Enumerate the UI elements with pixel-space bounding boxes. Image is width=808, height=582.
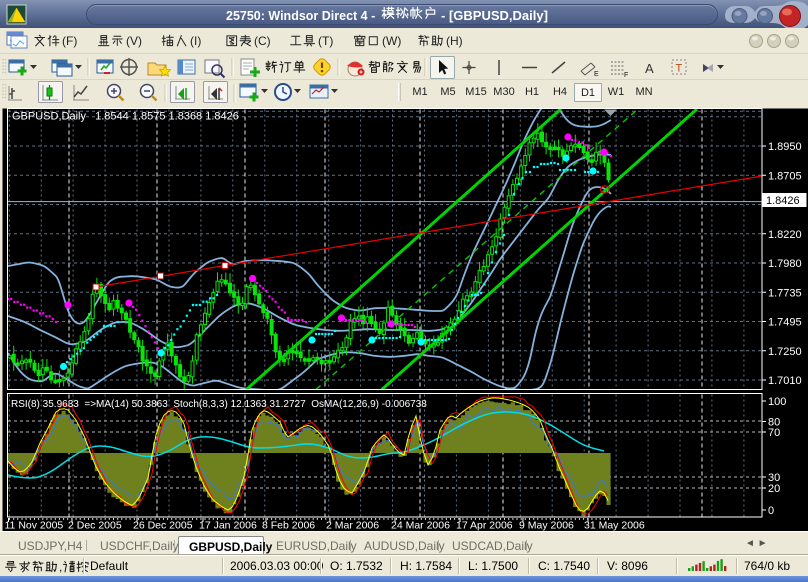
svg-text:(V): (V) xyxy=(126,34,142,48)
svg-text:(I): (I) xyxy=(190,34,201,48)
svg-text:- [GBPUSD,Daily]: - [GBPUSD,Daily] xyxy=(441,8,548,23)
svg-text:(W): (W) xyxy=(382,34,401,48)
svg-text:25750: Windsor Direct 4 -: 25750: Windsor Direct 4 - xyxy=(226,9,375,23)
svg-text:9 May 2006: 9 May 2006 xyxy=(519,520,574,532)
svg-text:(T): (T) xyxy=(318,34,333,48)
svg-text:GBPUSD,Daily 1.8544 1.8575 1: GBPUSD,Daily 1.8544 1.8575 1.8368 1.8426 xyxy=(12,111,239,123)
svg-text:8 Feb 2006: 8 Feb 2006 xyxy=(262,520,315,532)
svg-text:1.7495: 1.7495 xyxy=(768,317,802,329)
svg-text:1.7250: 1.7250 xyxy=(768,346,802,358)
svg-text:2 Dec 2005: 2 Dec 2005 xyxy=(68,520,122,532)
svg-text:17 Apr 2006: 17 Apr 2006 xyxy=(456,520,513,532)
svg-text:1.7010: 1.7010 xyxy=(768,375,802,387)
svg-text:70: 70 xyxy=(768,427,780,439)
svg-text:2 Mar 2006: 2 Mar 2006 xyxy=(326,520,379,532)
svg-text:17 Jan 2006: 17 Jan 2006 xyxy=(199,520,257,532)
svg-text:RSI(8) 35.9633 =>MA(14) 50.38: RSI(8) 35.9633 =>MA(14) 50.3863 Stoch(8,… xyxy=(11,399,427,410)
svg-text:100: 100 xyxy=(768,396,786,408)
svg-text:1.7980: 1.7980 xyxy=(768,258,802,270)
svg-text:F: F xyxy=(624,72,628,79)
svg-text:20: 20 xyxy=(768,483,780,495)
svg-text:1.8705: 1.8705 xyxy=(768,170,802,182)
svg-text:1.8426: 1.8426 xyxy=(766,195,800,207)
svg-text:26 Dec 2005: 26 Dec 2005 xyxy=(133,520,193,532)
svg-text:1.8950: 1.8950 xyxy=(768,141,802,153)
svg-text:(H): (H) xyxy=(446,34,463,48)
svg-text:31 May 2006: 31 May 2006 xyxy=(584,520,645,532)
svg-text:E: E xyxy=(594,71,599,78)
svg-text:T: T xyxy=(676,63,683,75)
svg-text:(C): (C) xyxy=(254,34,271,48)
svg-text:24 Mar 2006: 24 Mar 2006 xyxy=(391,520,450,532)
svg-text:1.7735: 1.7735 xyxy=(768,287,802,299)
svg-text:1.8220: 1.8220 xyxy=(768,229,802,241)
svg-text:0: 0 xyxy=(768,505,774,517)
svg-text:(F): (F) xyxy=(62,34,77,48)
svg-text:A: A xyxy=(645,61,654,76)
svg-text:11 Nov 2005: 11 Nov 2005 xyxy=(5,520,64,532)
svg-text:,: , xyxy=(59,560,62,574)
